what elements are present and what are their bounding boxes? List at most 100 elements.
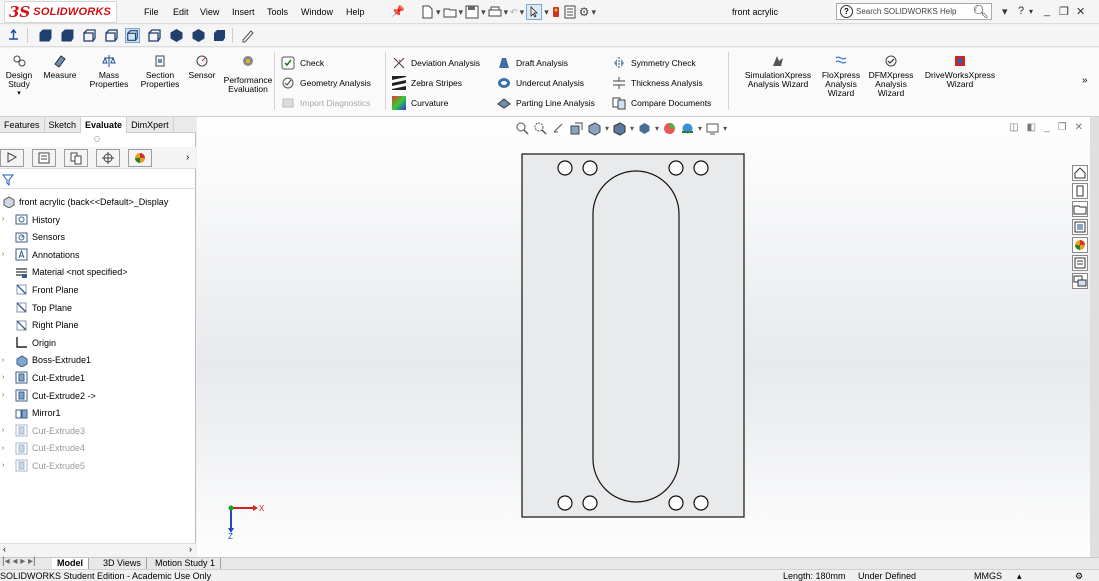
trimetric-view-icon[interactable]	[191, 28, 206, 43]
expand-arrow-icon[interactable]: ›	[2, 216, 10, 223]
curvature-button[interactable]: Curvature	[392, 96, 448, 110]
hide-show-dropdown-icon[interactable]: ▾	[655, 124, 659, 133]
measure-button[interactable]: Measure	[41, 54, 79, 80]
feature-tree-item[interactable]: › Cut-Extrude1	[0, 369, 85, 386]
part-model-view[interactable]	[521, 153, 745, 518]
previous-view-icon[interactable]	[551, 121, 566, 136]
status-units[interactable]: MMGS	[974, 571, 1002, 581]
feature-tree-item[interactable]: Right Plane	[0, 317, 79, 334]
viewport-minimize-icon[interactable]: _	[1044, 122, 1050, 133]
search-dropdown-icon[interactable]: ▾	[1002, 5, 1008, 18]
feature-tree-item[interactable]: › Cut-Extrude2 ->	[0, 387, 96, 404]
help-search-input[interactable]: Search SOLIDWORKS Help	[856, 7, 956, 16]
draft-analysis-button[interactable]: Draft Analysis	[497, 56, 568, 70]
status-tools-icon[interactable]: ⚙	[1075, 571, 1083, 581]
scene-dropdown-icon[interactable]: ▾	[698, 124, 702, 133]
right-view-icon[interactable]	[104, 28, 119, 43]
dfmxpress-button[interactable]: DFMXpress Analysis Wizard	[868, 54, 914, 98]
open-icon[interactable]	[443, 5, 457, 19]
viewport-restore-icon[interactable]: ❐	[1058, 122, 1067, 133]
driveworksxpress-button[interactable]: DriveWorksXpress Wizard	[920, 54, 1000, 89]
menu-file[interactable]: File	[144, 7, 159, 17]
menu-help[interactable]: Help	[346, 7, 365, 17]
solidworks-resources-icon[interactable]	[1072, 165, 1088, 181]
design-study-dropdown-icon[interactable]: ▾	[3, 89, 35, 98]
feature-tree-item[interactable]: › Cut-Extrude3	[0, 422, 85, 439]
options-dropdown-icon[interactable]: ▾	[592, 7, 597, 18]
expand-arrow-icon[interactable]: ›	[2, 251, 10, 258]
viewport-split-icon[interactable]: ◫	[1009, 122, 1018, 133]
viewport-close-icon[interactable]: ✕	[1075, 122, 1083, 133]
pin-icon[interactable]: 📌	[391, 5, 405, 18]
feature-tree-item[interactable]: Front Plane	[0, 281, 79, 298]
menu-window[interactable]: Window	[301, 7, 333, 17]
expand-arrow-icon[interactable]: ›	[2, 462, 10, 469]
ribbon-overflow-icon[interactable]: »	[1082, 75, 1088, 86]
parting-line-analysis-button[interactable]: Parting Line Analysis	[497, 96, 595, 110]
mounting-hole[interactable]	[693, 495, 709, 511]
zoom-to-fit-icon[interactable]	[515, 121, 530, 136]
display-style-dropdown-icon[interactable]: ▾	[630, 124, 634, 133]
simulationxpress-button[interactable]: SimulationXpress Analysis Wizard	[740, 54, 816, 89]
edit-appearance-icon[interactable]	[662, 121, 677, 136]
performance-evaluation-button[interactable]: Performance Evaluation	[222, 54, 274, 94]
search-icon[interactable]: 🔍︎	[972, 4, 989, 20]
front-view-icon[interactable]	[38, 28, 53, 43]
help-dropdown-icon[interactable]: ▾	[1029, 7, 1033, 16]
geometry-analysis-button[interactable]: Geometry Analysis	[281, 76, 371, 90]
section-view-icon[interactable]	[569, 121, 584, 136]
isometric-view-icon[interactable]	[169, 28, 184, 43]
section-properties-button[interactable]: Section Properties	[137, 54, 183, 89]
save-dropdown-icon[interactable]: ▾	[481, 7, 486, 18]
custom-properties-icon[interactable]	[1072, 255, 1088, 271]
expand-arrow-icon[interactable]: ›	[2, 392, 10, 399]
dimetric-view-icon[interactable]	[212, 28, 227, 43]
print-dropdown-icon[interactable]: ▾	[504, 7, 509, 18]
acrylic-plate-outline[interactable]	[521, 153, 745, 518]
help-icon[interactable]: ?	[1018, 5, 1024, 17]
mounting-hole[interactable]	[582, 495, 598, 511]
import-diagnostics-button[interactable]: Import Diagnostics	[281, 96, 370, 110]
zoom-to-area-icon[interactable]	[533, 121, 548, 136]
view-orientation-icon[interactable]	[612, 121, 627, 136]
top-view-icon[interactable]	[125, 28, 140, 43]
dynamic-annotation-icon[interactable]	[587, 121, 602, 136]
feature-tree-item[interactable]: › Cut-Extrude5	[0, 457, 85, 474]
new-document-icon[interactable]	[420, 5, 434, 19]
apply-scene-icon[interactable]	[680, 121, 695, 136]
floxpress-button[interactable]: FloXpress Analysis Wizard	[819, 54, 863, 98]
bottom-view-icon[interactable]	[147, 28, 162, 43]
file-properties-icon[interactable]	[563, 5, 577, 19]
view-settings-icon[interactable]	[705, 121, 720, 136]
expand-arrow-icon[interactable]: ›	[2, 374, 10, 381]
back-view-icon[interactable]	[60, 28, 75, 43]
feature-tree-item[interactable]: › History	[0, 211, 60, 228]
feature-tree-item[interactable]: Material <not specified>	[0, 264, 128, 281]
undo-icon[interactable]: ↶	[510, 7, 518, 18]
mounting-hole[interactable]	[557, 495, 573, 511]
tab-evaluate[interactable]: Evaluate	[81, 117, 128, 133]
solidworks-logo[interactable]: 3S SOLIDWORKS	[4, 1, 117, 23]
menu-insert[interactable]: Insert	[232, 7, 255, 17]
mass-properties-button[interactable]: Mass Properties	[86, 54, 132, 89]
undo-dropdown-icon[interactable]: ▾	[520, 7, 525, 18]
tab-feature-tree[interactable]	[0, 149, 24, 167]
zebra-stripes-button[interactable]: Zebra Stripes	[392, 76, 462, 90]
select-icon[interactable]	[526, 4, 543, 20]
menu-tools[interactable]: Tools	[267, 7, 288, 17]
tab-display-manager[interactable]	[128, 149, 152, 167]
view-sketch-icon[interactable]	[240, 28, 255, 43]
restore-icon[interactable]: ❐	[1059, 5, 1069, 18]
forum-icon[interactable]	[1072, 273, 1088, 289]
compare-documents-button[interactable]: Compare Documents	[612, 96, 711, 110]
units-dropdown-icon[interactable]: ▴	[1017, 571, 1022, 581]
print-icon[interactable]	[488, 5, 502, 19]
tab-features[interactable]: Features	[0, 117, 45, 133]
left-view-icon[interactable]	[82, 28, 97, 43]
feature-tree-item[interactable]: Top Plane	[0, 299, 72, 316]
thickness-analysis-button[interactable]: Thickness Analysis	[612, 76, 703, 90]
mounting-hole[interactable]	[582, 160, 598, 176]
tree-filter[interactable]	[0, 172, 196, 189]
appearances-icon[interactable]	[1072, 237, 1088, 253]
help-search-box[interactable]: ? Search SOLIDWORKS Help 🔍︎	[836, 3, 992, 20]
